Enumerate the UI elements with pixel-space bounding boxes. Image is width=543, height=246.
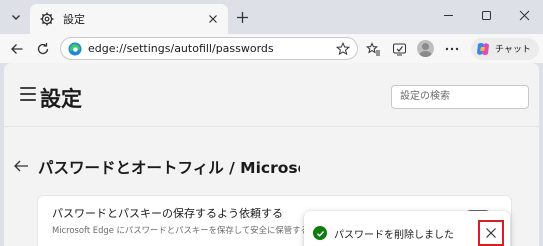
setting-title: パスワードとパスキーの保存するよう依頼する [52,207,283,220]
tab-close-button[interactable] [204,10,222,28]
more-icon [445,47,459,50]
section-back-button[interactable] [12,158,30,174]
star-icon [336,41,350,55]
copilot-label: チャット [495,45,531,55]
page-title: 設定 [40,87,82,111]
plus-icon [236,11,248,23]
avatar-icon[interactable] [417,40,434,57]
tab-list-button[interactable] [4,6,28,28]
settings-page: 設定 設定の検索 パスワードとオートフィル / Microsoft パスワードと… [4,63,539,246]
address-url: edge://settings/autofill/passwords [88,42,274,55]
hamburger-icon [20,99,36,101]
minimize-icon [443,14,453,16]
minimize-button[interactable] [429,0,467,30]
header-divider [4,126,539,127]
close-icon [209,15,217,23]
back-icon [11,43,23,54]
more-button[interactable] [439,37,465,61]
favorites-icon [365,41,380,55]
hamburger-icon [20,93,36,95]
gear-icon [39,11,55,27]
refresh-button[interactable] [30,37,56,61]
toast-message: パスワードを削除しました [334,230,454,241]
window-controls [429,0,543,30]
toolbar-right: チャット [360,36,539,61]
settings-search-input[interactable]: 設定の検索 [391,85,529,109]
back-button[interactable] [4,37,30,61]
check-icon [313,226,327,240]
maximize-button[interactable] [467,0,505,30]
toast-close-button[interactable] [478,220,504,246]
close-icon [519,10,529,20]
hamburger-menu-button[interactable] [20,87,36,101]
tab-title: 設定 [63,13,85,26]
tab-strip: 設定 [0,0,543,34]
toast-notification: パスワードを削除しました [304,211,510,246]
favorites-button[interactable] [360,37,386,61]
new-tab-button[interactable] [232,7,252,27]
screenshot-icon [392,43,406,55]
copilot-icon [477,42,489,55]
back-icon [14,160,28,172]
active-tab[interactable]: 設定 [30,4,228,34]
maximize-icon [481,10,491,20]
close-icon [486,228,496,238]
copilot-chat-button[interactable]: チャット [471,37,539,60]
window-close-button[interactable] [505,0,543,30]
favorite-star-button[interactable] [334,40,352,58]
refresh-icon [37,42,49,54]
browser-toolbar: edge://settings/autofill/passwords チャット [0,34,543,63]
edge-logo-icon [67,41,82,56]
screenshot-button[interactable] [386,37,412,61]
hamburger-icon [20,87,36,89]
chevron-down-icon [12,15,20,20]
address-bar[interactable]: edge://settings/autofill/passwords [60,37,358,60]
section-title: パスワードとオートフィル / Microsoft [38,159,300,177]
